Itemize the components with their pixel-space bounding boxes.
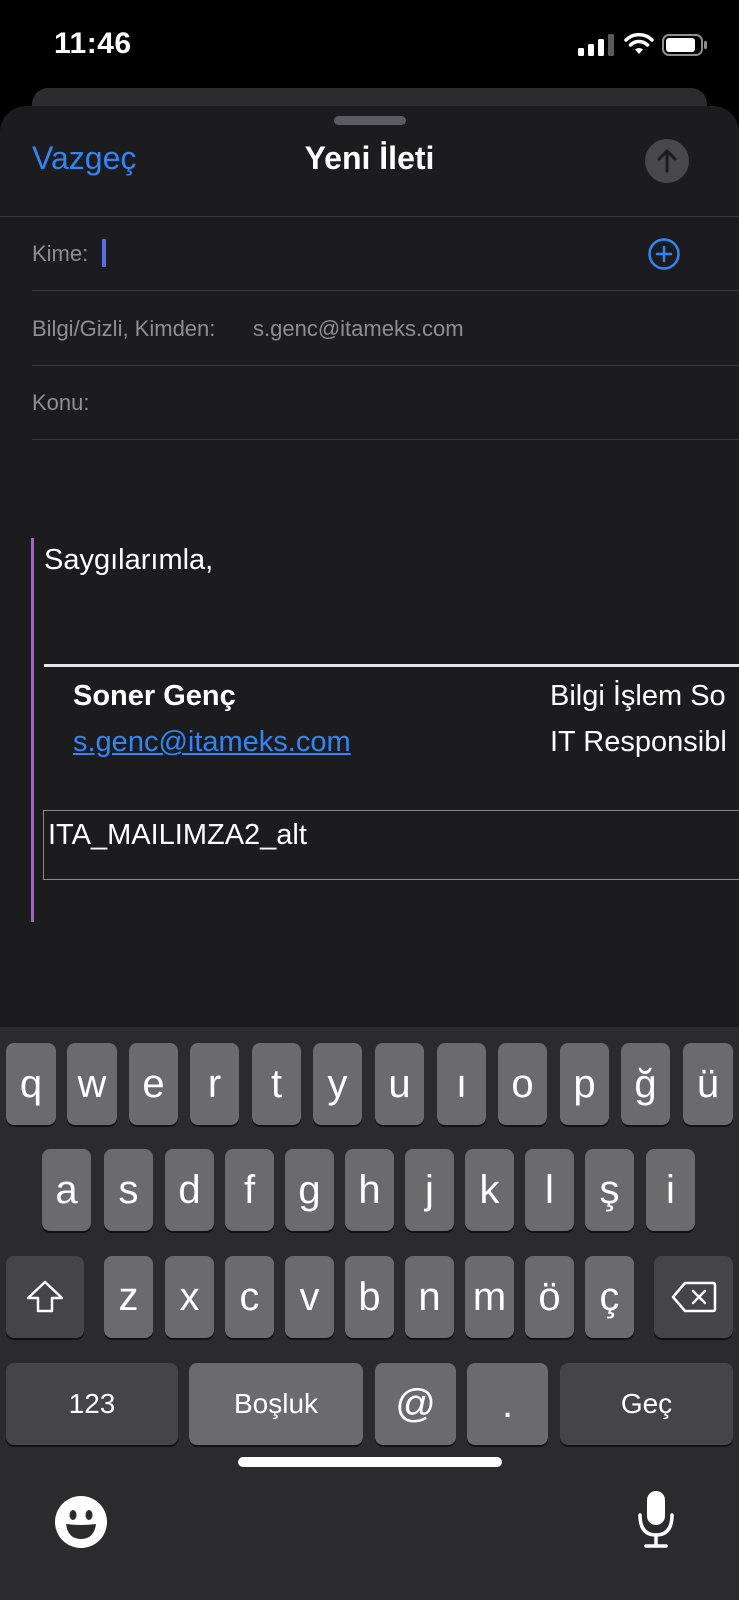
- keyboard: q w e r t y u ı o p ğ ü a s d f g h j k …: [0, 1027, 739, 1600]
- key-d[interactable]: d: [165, 1149, 214, 1231]
- signature-divider: [44, 664, 739, 667]
- key-a[interactable]: a: [42, 1149, 91, 1231]
- status-bar: 11:46: [0, 0, 739, 90]
- key-m[interactable]: m: [465, 1256, 514, 1338]
- cc-from-label: Bilgi/Gizli, Kimden:: [32, 316, 216, 341]
- cc-from-field[interactable]: Bilgi/Gizli, Kimden: s.genc@itameks.com: [32, 292, 739, 366]
- go-key[interactable]: Geç: [560, 1363, 733, 1445]
- key-q[interactable]: q: [6, 1043, 56, 1125]
- period-key[interactable]: .: [467, 1363, 548, 1445]
- key-r[interactable]: r: [190, 1043, 239, 1125]
- subject-field[interactable]: Konu:: [32, 366, 739, 440]
- key-u-umlaut[interactable]: ü: [683, 1043, 733, 1125]
- key-w[interactable]: w: [67, 1043, 117, 1125]
- arrow-up-icon: [657, 149, 677, 173]
- to-field[interactable]: Kime:: [32, 217, 739, 291]
- signature-title-tr: Bilgi İşlem So: [550, 680, 726, 712]
- key-g-breve[interactable]: ğ: [621, 1043, 670, 1125]
- to-label: Kime:: [32, 241, 89, 266]
- key-i[interactable]: i: [646, 1149, 695, 1231]
- key-h[interactable]: h: [345, 1149, 394, 1231]
- at-key[interactable]: @: [375, 1363, 456, 1445]
- delete-icon: [671, 1281, 716, 1313]
- field-divider: [32, 439, 739, 440]
- shift-key[interactable]: [6, 1256, 84, 1338]
- key-g[interactable]: g: [285, 1149, 334, 1231]
- quote-bar: [31, 538, 34, 922]
- send-button[interactable]: [645, 139, 689, 183]
- from-value: s.genc@itameks.com: [253, 316, 464, 341]
- subject-label: Konu:: [32, 390, 90, 415]
- microphone-icon[interactable]: [636, 1489, 676, 1549]
- battery-icon: [662, 34, 707, 56]
- key-b[interactable]: b: [345, 1256, 394, 1338]
- key-o-umlaut[interactable]: ö: [525, 1256, 574, 1338]
- body-greeting[interactable]: Saygılarımla,: [44, 544, 213, 577]
- key-y[interactable]: y: [313, 1043, 362, 1125]
- key-l[interactable]: l: [525, 1149, 574, 1231]
- key-t[interactable]: t: [252, 1043, 301, 1125]
- wifi-icon: [624, 32, 654, 54]
- key-v[interactable]: v: [285, 1256, 334, 1338]
- key-x[interactable]: x: [165, 1256, 214, 1338]
- key-j[interactable]: j: [405, 1149, 454, 1231]
- delete-key[interactable]: [654, 1256, 733, 1338]
- key-o[interactable]: o: [498, 1043, 547, 1125]
- key-u[interactable]: u: [375, 1043, 424, 1125]
- signature-image-alt: ITA_MAILIMZA2_alt: [48, 819, 307, 851]
- signal-icon: [578, 34, 614, 56]
- key-dotless-i[interactable]: ı: [437, 1043, 486, 1125]
- key-p[interactable]: p: [560, 1043, 609, 1125]
- key-c-cedilla[interactable]: ç: [585, 1256, 634, 1338]
- space-key[interactable]: Boşluk: [189, 1363, 363, 1445]
- shift-icon: [26, 1280, 64, 1313]
- home-indicator[interactable]: [238, 1457, 502, 1467]
- key-n[interactable]: n: [405, 1256, 454, 1338]
- plus-circle-icon[interactable]: [648, 238, 680, 270]
- signature-name: Soner Genç: [73, 680, 236, 712]
- text-cursor: [102, 239, 106, 267]
- key-c[interactable]: c: [225, 1256, 274, 1338]
- key-k[interactable]: k: [465, 1149, 514, 1231]
- key-s[interactable]: s: [104, 1149, 153, 1231]
- page-title: Yeni İleti: [304, 140, 435, 176]
- key-f[interactable]: f: [225, 1149, 274, 1231]
- emoji-icon[interactable]: [54, 1495, 108, 1549]
- signature-image-placeholder: ITA_MAILIMZA2_alt: [43, 810, 739, 880]
- key-s-cedilla[interactable]: ş: [585, 1149, 634, 1231]
- signature-title-en: IT Responsibl: [550, 726, 727, 758]
- status-time: 11:46: [54, 27, 132, 60]
- key-z[interactable]: z: [104, 1256, 153, 1338]
- key-e[interactable]: e: [129, 1043, 178, 1125]
- field-divider: [32, 290, 739, 291]
- signature-email-link[interactable]: s.genc@itameks.com: [73, 726, 351, 759]
- sheet-grabber[interactable]: [334, 116, 406, 125]
- numbers-key[interactable]: 123: [6, 1363, 178, 1445]
